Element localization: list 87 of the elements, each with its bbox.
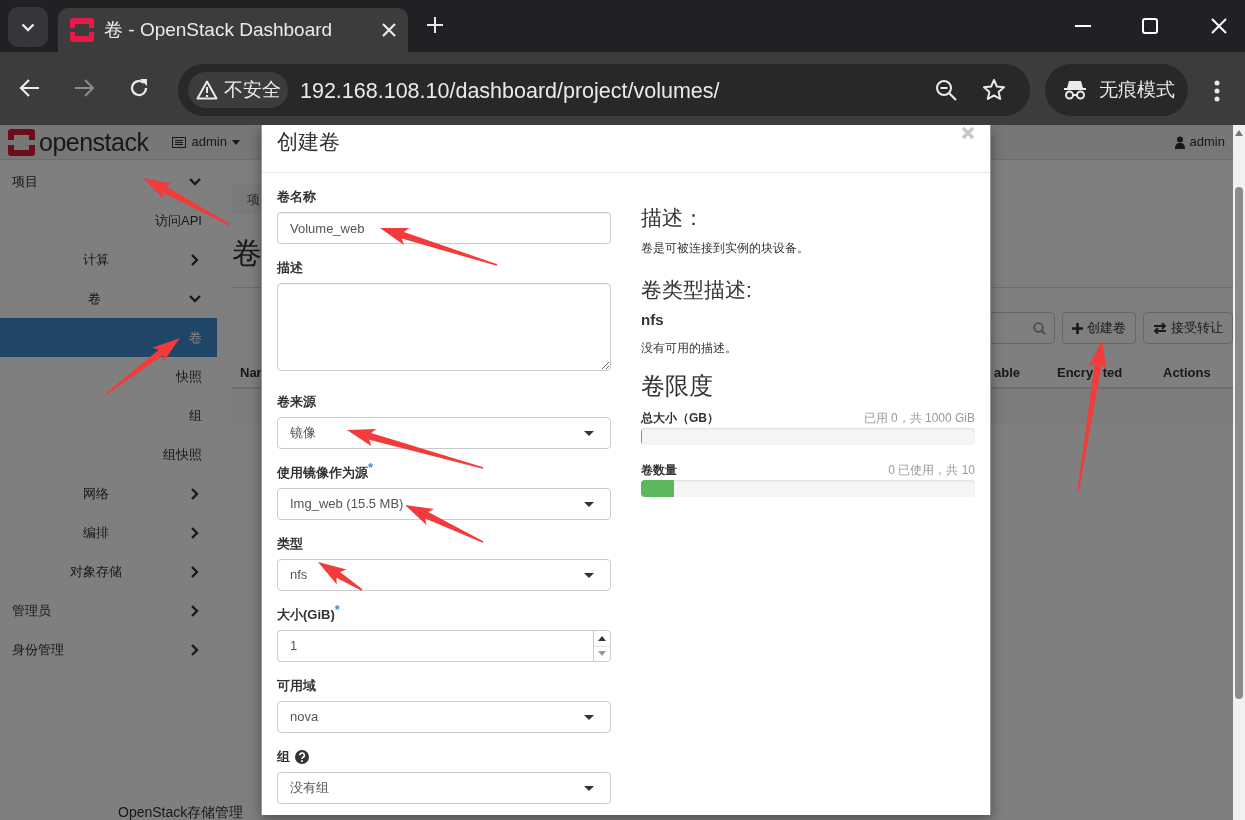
browser-tab[interactable]: 卷 - OpenStack Dashboard	[58, 8, 408, 52]
caret-icon	[584, 785, 594, 791]
sidebar-item[interactable]: 网络	[0, 474, 217, 513]
sidebar-item[interactable]: 编排	[0, 513, 217, 552]
logo[interactable]: openstack	[8, 128, 149, 156]
close-icon	[1211, 18, 1227, 34]
field-label: 卷来源	[277, 393, 316, 411]
tab-list-button[interactable]	[8, 7, 48, 47]
incognito-icon	[1063, 79, 1087, 101]
dropdown[interactable]: 没有组	[277, 772, 611, 804]
address-bar[interactable]: 不安全 192.168.108.10/dashboard/project/volumes/	[178, 64, 1030, 116]
limit-label: 总大小（GB）	[641, 410, 719, 426]
page-text: OpenStack存储管理	[118, 803, 244, 820]
transfer-button[interactable]: 接受转让	[1143, 312, 1233, 344]
section-heading: 描述：	[641, 206, 705, 230]
dropdown[interactable]: nfs	[277, 559, 611, 591]
scrollbar-thumb[interactable]	[1235, 187, 1243, 699]
description-text: 卷是可被连接到实例的块设备。	[641, 240, 810, 257]
dialog-title: 创建卷	[277, 129, 340, 155]
minimize-icon	[1075, 25, 1091, 27]
limit-reading: 0 已使用，共 10	[888, 462, 975, 478]
field-label: 类型	[277, 535, 303, 553]
close-icon	[382, 23, 396, 37]
user-icon	[1174, 135, 1185, 149]
star-icon	[982, 78, 1006, 102]
menu-button[interactable]	[1214, 80, 1220, 102]
dropdown[interactable]: nova	[277, 701, 611, 733]
maximize-icon	[1142, 18, 1158, 34]
sidebar-item[interactable]: 对象存储	[0, 552, 217, 591]
exchange-icon	[1153, 322, 1167, 334]
project-menu[interactable]: admin	[172, 132, 240, 152]
dropdown[interactable]: Img_web (15.5 MB)	[277, 488, 611, 520]
create-button[interactable]: 创建卷	[1062, 312, 1136, 344]
field-label: 组	[277, 748, 290, 766]
more-icon	[1214, 80, 1220, 102]
annotation-arrow	[318, 562, 363, 591]
sidebar-item[interactable]: 卷	[0, 318, 217, 357]
plus-icon	[1072, 322, 1083, 334]
sidebar-item[interactable]: 组	[0, 396, 217, 435]
field-label: 描述	[277, 259, 303, 277]
section-heading: 卷限度	[641, 372, 714, 400]
field-label: 使用镜像作为源	[277, 465, 368, 482]
dropdown[interactable]: 镜像	[277, 417, 611, 449]
list-icon	[172, 136, 187, 148]
scrollbar[interactable]	[1233, 125, 1245, 820]
zoom-out-icon	[934, 78, 958, 102]
sidebar-item[interactable]: 身份管理	[0, 630, 217, 669]
close-icon	[961, 125, 975, 141]
incognito-chip[interactable]: 无痕模式	[1045, 64, 1188, 116]
column-header[interactable]: able	[994, 363, 1020, 383]
close-tab-button[interactable]	[382, 23, 396, 37]
required-mark: *	[334, 601, 340, 617]
caret-icon	[231, 139, 240, 145]
field-label: 可用域	[277, 677, 316, 695]
scroll-up-icon[interactable]	[1235, 130, 1243, 136]
description-text: 没有可用的描述。	[641, 340, 738, 357]
zoom-button[interactable]	[934, 78, 958, 102]
caret-icon	[584, 714, 594, 720]
sidebar-item[interactable]: 卷	[0, 279, 217, 318]
security-chip[interactable]: 不安全	[188, 72, 288, 108]
favicon-icon	[70, 18, 94, 42]
sidebar-item[interactable]: 组快照	[0, 435, 217, 474]
caret-icon	[584, 430, 594, 436]
limit-reading: 已用 0，共 1000 GiB	[863, 410, 975, 426]
spinner-icon[interactable]	[593, 630, 611, 662]
column-header[interactable]: Actions	[1163, 363, 1211, 383]
number-field[interactable]: 1	[277, 630, 593, 662]
field-label: 卷名称	[277, 188, 316, 206]
caret-icon	[584, 501, 594, 507]
user-menu[interactable]: admin	[1174, 132, 1225, 152]
chevron-down-icon	[21, 22, 35, 32]
plus-icon	[426, 16, 444, 34]
url-text: 192.168.108.10/dashboard/project/volumes/	[300, 78, 720, 105]
column-header[interactable]: Encry ted	[1057, 363, 1123, 383]
help-icon[interactable]	[295, 750, 309, 764]
search-icon	[1033, 321, 1046, 335]
warning-icon	[196, 80, 218, 100]
bookmark-button[interactable]	[982, 78, 1006, 102]
type-name: nfs	[641, 311, 665, 329]
field-label: 大小(GiB)	[277, 607, 335, 624]
caret-icon	[584, 572, 594, 578]
sidebar-item[interactable]: 管理员	[0, 591, 217, 630]
required-mark: *	[368, 459, 374, 475]
column-header[interactable]: Nar	[240, 363, 262, 383]
sidebar-item[interactable]: 计算	[0, 240, 217, 279]
text-field[interactable]: Volume_web	[277, 212, 611, 244]
limit-label: 卷数量	[641, 462, 677, 478]
